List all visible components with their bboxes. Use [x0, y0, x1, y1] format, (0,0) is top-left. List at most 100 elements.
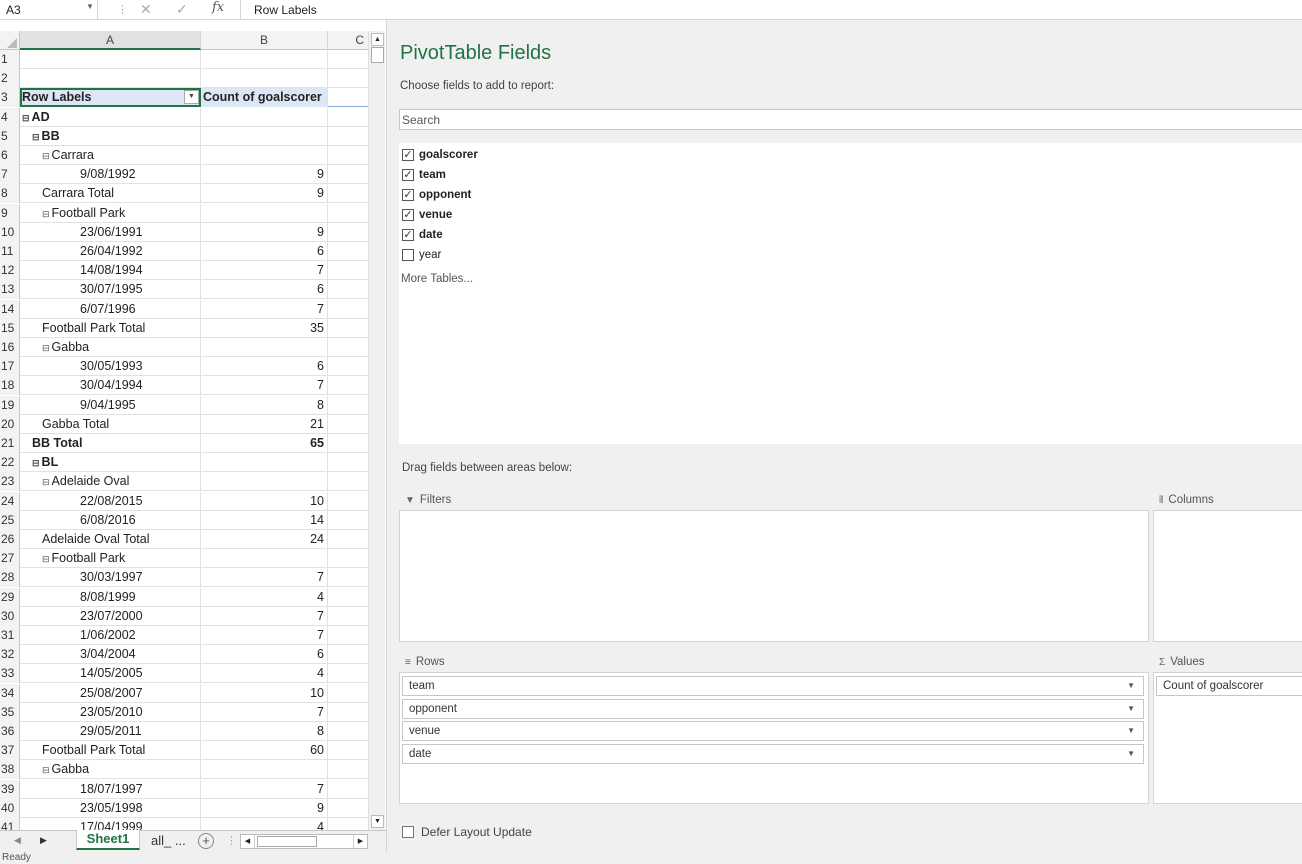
cell-a[interactable]: ⊟ Gabba	[20, 760, 201, 780]
cell-b[interactable]: 60	[201, 741, 328, 761]
cell-a[interactable]: ⊟ Gabba	[20, 338, 201, 357]
columns-area[interactable]: ⦀ Columns	[1153, 490, 1302, 643]
cell-b[interactable]: 21	[201, 414, 328, 434]
cell-b[interactable]: 10	[201, 491, 328, 511]
cell-a[interactable]	[20, 69, 201, 89]
collapse-icon[interactable]: ⊟	[42, 765, 50, 775]
rows-field-team[interactable]: team ▼	[402, 676, 1144, 696]
row-header[interactable]: 15	[0, 318, 20, 338]
cell-a[interactable]: 30/04/1994	[20, 376, 201, 396]
cell-c[interactable]	[328, 799, 368, 818]
cell-a[interactable]: Football Park Total	[20, 318, 201, 338]
cell-b[interactable]	[201, 549, 328, 569]
row-header[interactable]: 7	[0, 165, 20, 185]
select-all-corner[interactable]	[0, 31, 20, 50]
column-header-c[interactable]: C	[328, 31, 368, 50]
cell-c[interactable]	[328, 50, 368, 69]
cell-a[interactable]: Carrara Total	[20, 184, 201, 204]
chevron-down-icon[interactable]: ▼	[1127, 700, 1135, 718]
field-checkbox[interactable]	[402, 249, 414, 261]
field-checkbox[interactable]: ✓	[402, 149, 414, 161]
cell-b[interactable]: 6	[201, 242, 328, 261]
row-header[interactable]: 37	[0, 741, 20, 761]
row-header[interactable]: 30	[0, 606, 20, 626]
row-header[interactable]: 25	[0, 510, 20, 530]
field-goalscorer[interactable]: ✓ goalscorer	[402, 146, 478, 164]
row-header[interactable]: 34	[0, 683, 20, 703]
field-checkbox[interactable]: ✓	[402, 209, 414, 221]
values-field-count-of-goalscorer[interactable]: Count of goalscorer	[1156, 676, 1302, 696]
cell-c[interactable]	[328, 453, 368, 472]
cell-c[interactable]	[328, 338, 368, 357]
cell-c[interactable]	[328, 69, 368, 88]
cell-b[interactable]: 7	[201, 606, 328, 626]
row-header[interactable]: 29	[0, 587, 20, 607]
cell-b[interactable]: 9	[201, 184, 328, 204]
cell-a[interactable]: 18/07/1997	[20, 779, 201, 799]
cell-c[interactable]	[328, 376, 368, 395]
row-header[interactable]: 27	[0, 549, 20, 569]
cell-c[interactable]	[328, 146, 368, 165]
tab-sheet1[interactable]: Sheet1	[76, 830, 140, 850]
row-header[interactable]: 14	[0, 299, 20, 319]
field-checkbox[interactable]: ✓	[402, 229, 414, 241]
cell-c[interactable]	[328, 472, 368, 491]
collapse-icon[interactable]: ⊟	[32, 458, 40, 468]
row-header[interactable]: 18	[0, 376, 20, 396]
cell-c[interactable]	[328, 357, 368, 376]
row-header[interactable]: 9	[0, 203, 20, 223]
field-team[interactable]: ✓ team	[402, 166, 446, 184]
scroll-left-icon[interactable]: ◀	[241, 835, 255, 848]
row-header[interactable]: 32	[0, 645, 20, 665]
filters-area[interactable]: ▼ Filters	[399, 490, 1149, 643]
rows-field-opponent[interactable]: opponent ▼	[402, 698, 1144, 719]
row-header[interactable]: 22	[0, 453, 20, 473]
cell-b[interactable]: Count of goalscorer	[201, 88, 328, 108]
cell-b[interactable]: 7	[201, 779, 328, 799]
cell-a[interactable]: 29/05/2011	[20, 722, 201, 741]
cell-b[interactable]: 9	[201, 222, 328, 242]
cell-c[interactable]	[328, 261, 368, 280]
cell-b[interactable]: 6	[201, 645, 328, 665]
cell-a[interactable]: 14/05/2005	[20, 664, 201, 684]
cell-c[interactable]	[328, 684, 368, 703]
cell-b[interactable]	[201, 107, 328, 127]
row-header[interactable]: 1	[0, 50, 20, 69]
cell-a[interactable]: 26/04/1992	[20, 242, 201, 261]
row-header[interactable]: 31	[0, 626, 20, 645]
cell-b[interactable]: 7	[201, 299, 328, 319]
cell-b[interactable]	[201, 146, 328, 165]
more-tables-link[interactable]: More Tables...	[401, 273, 473, 285]
cell-a[interactable]: 1/06/2002	[20, 626, 201, 645]
field-date[interactable]: ✓ date	[402, 226, 443, 244]
field-checkbox[interactable]: ✓	[402, 169, 414, 181]
cell-b[interactable]	[201, 50, 328, 69]
scroll-right-icon[interactable]: ▶	[353, 835, 367, 848]
row-header[interactable]: 21	[0, 434, 20, 453]
cell-a[interactable]: Gabba Total	[20, 414, 201, 434]
row-header[interactable]: 4	[0, 107, 20, 127]
cell-a[interactable]: 22/08/2015	[20, 491, 201, 511]
cell-c[interactable]	[328, 108, 368, 127]
cell-b[interactable]	[201, 69, 328, 89]
cell-c[interactable]	[328, 645, 368, 664]
cell-c[interactable]	[328, 626, 368, 645]
cell-b[interactable]: 4	[201, 818, 328, 830]
cell-b[interactable]: 35	[201, 318, 328, 338]
collapse-icon[interactable]: ⊟	[42, 477, 50, 487]
cell-c[interactable]	[328, 165, 368, 184]
cell-b[interactable]: 9	[201, 798, 328, 818]
cell-c[interactable]	[328, 184, 368, 203]
cell-a[interactable]: 25/08/2007	[20, 683, 201, 703]
cell-a[interactable]: 9/08/1992	[20, 165, 201, 185]
cell-c[interactable]	[328, 88, 368, 107]
defer-layout-update[interactable]: Defer Layout Update	[402, 825, 532, 839]
cell-b[interactable]	[201, 453, 328, 473]
row-header[interactable]: 13	[0, 280, 20, 300]
cell-a[interactable]: 30/03/1997	[20, 568, 201, 588]
cell-a[interactable]: 17/04/1999	[20, 818, 201, 830]
row-header[interactable]: 36	[0, 722, 20, 741]
scroll-thumb[interactable]	[371, 47, 384, 63]
cell-a[interactable]: ⊟ Carrara	[20, 146, 201, 165]
cell-a[interactable]: ⊟ AD	[20, 107, 201, 127]
